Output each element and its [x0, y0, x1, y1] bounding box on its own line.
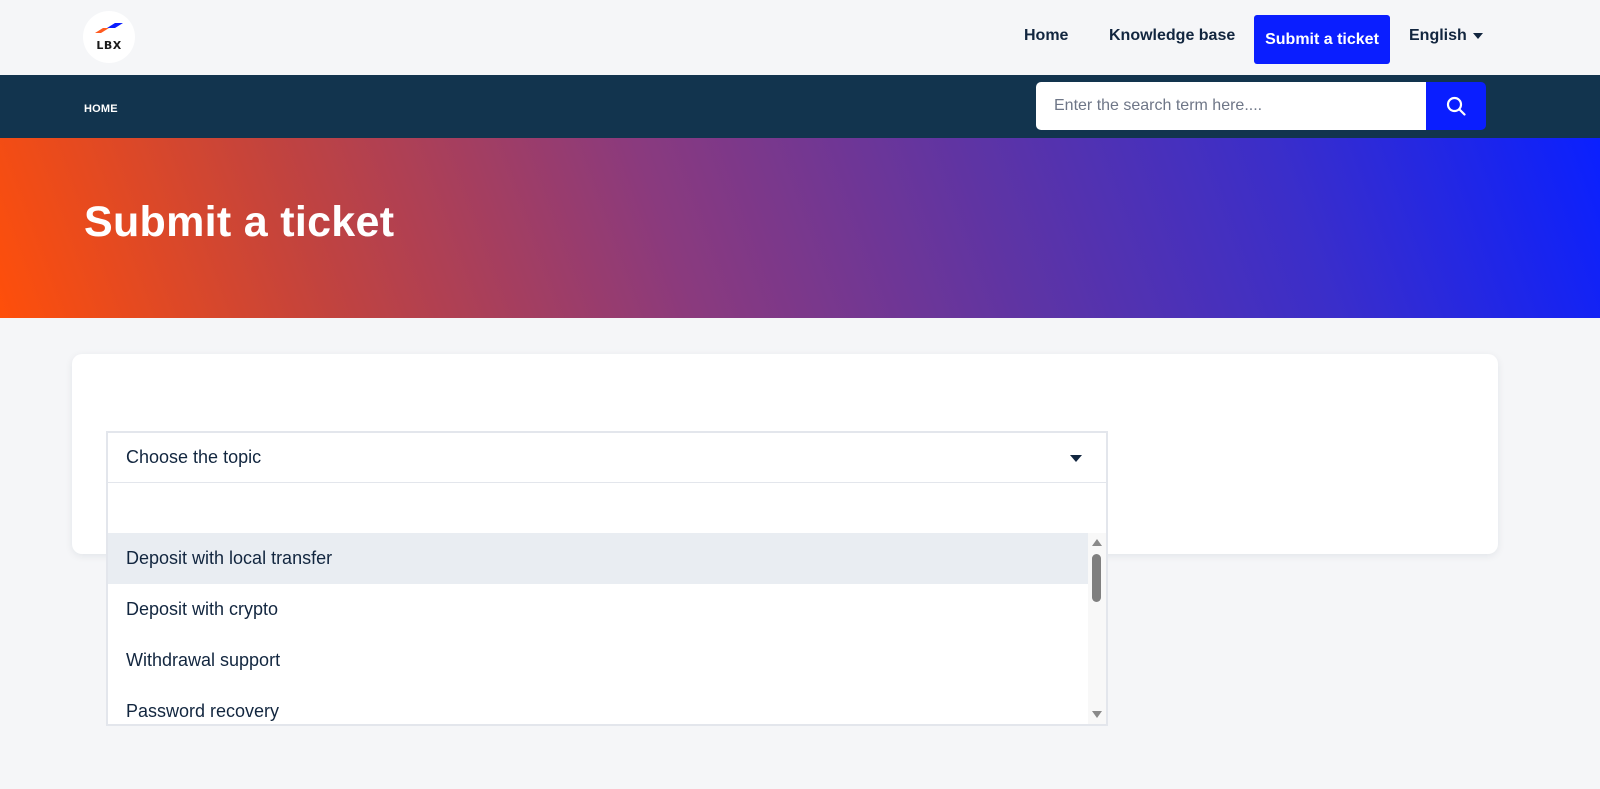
chevron-down-icon — [1070, 455, 1082, 462]
dropdown-scrollbar[interactable] — [1088, 533, 1106, 724]
hero-banner: Submit a ticket — [0, 138, 1600, 318]
chevron-down-icon — [1472, 33, 1483, 39]
scroll-down-icon[interactable] — [1092, 711, 1102, 718]
topic-select-value: Choose the topic — [126, 447, 262, 467]
language-label: English — [1409, 27, 1467, 44]
topic-option[interactable]: Deposit with local transfer — [108, 533, 1088, 584]
breadcrumb-home[interactable]: HOME — [84, 103, 118, 115]
nav-home-link[interactable]: Home — [1024, 27, 1068, 45]
search-button[interactable] — [1426, 82, 1486, 130]
logo-text: LBX — [96, 39, 122, 52]
search-icon — [1446, 96, 1466, 116]
scroll-up-icon[interactable] — [1092, 539, 1102, 546]
logo-mark-icon — [95, 23, 123, 33]
scrollbar-thumb[interactable] — [1092, 554, 1101, 602]
nav-knowledge-base-link[interactable]: Knowledge base — [1109, 27, 1235, 45]
language-dropdown[interactable]: English — [1409, 27, 1483, 45]
top-navbar: LBX Home Knowledge base Submit a ticket … — [0, 0, 1600, 75]
topic-option[interactable]: Withdrawal support — [108, 635, 1088, 686]
topic-select[interactable]: Choose the topic — [106, 431, 1108, 483]
topic-option[interactable]: Password recovery — [108, 686, 1088, 724]
lbx-logo[interactable]: LBX — [83, 11, 135, 63]
topic-dropdown: Deposit with local transfer Deposit with… — [106, 483, 1108, 726]
topic-options-list: Deposit with local transfer Deposit with… — [108, 533, 1088, 724]
page-title: Submit a ticket — [84, 198, 395, 246]
dropdown-search-field[interactable] — [108, 483, 1106, 533]
search-input[interactable] — [1036, 82, 1426, 130]
nav-submit-ticket-button[interactable]: Submit a ticket — [1254, 15, 1390, 64]
topic-option[interactable]: Deposit with crypto — [108, 584, 1088, 635]
nav-submit-ticket-label: Submit a ticket — [1265, 30, 1379, 48]
breadcrumb-search-bar: HOME — [0, 75, 1600, 138]
search-form — [1036, 82, 1486, 130]
